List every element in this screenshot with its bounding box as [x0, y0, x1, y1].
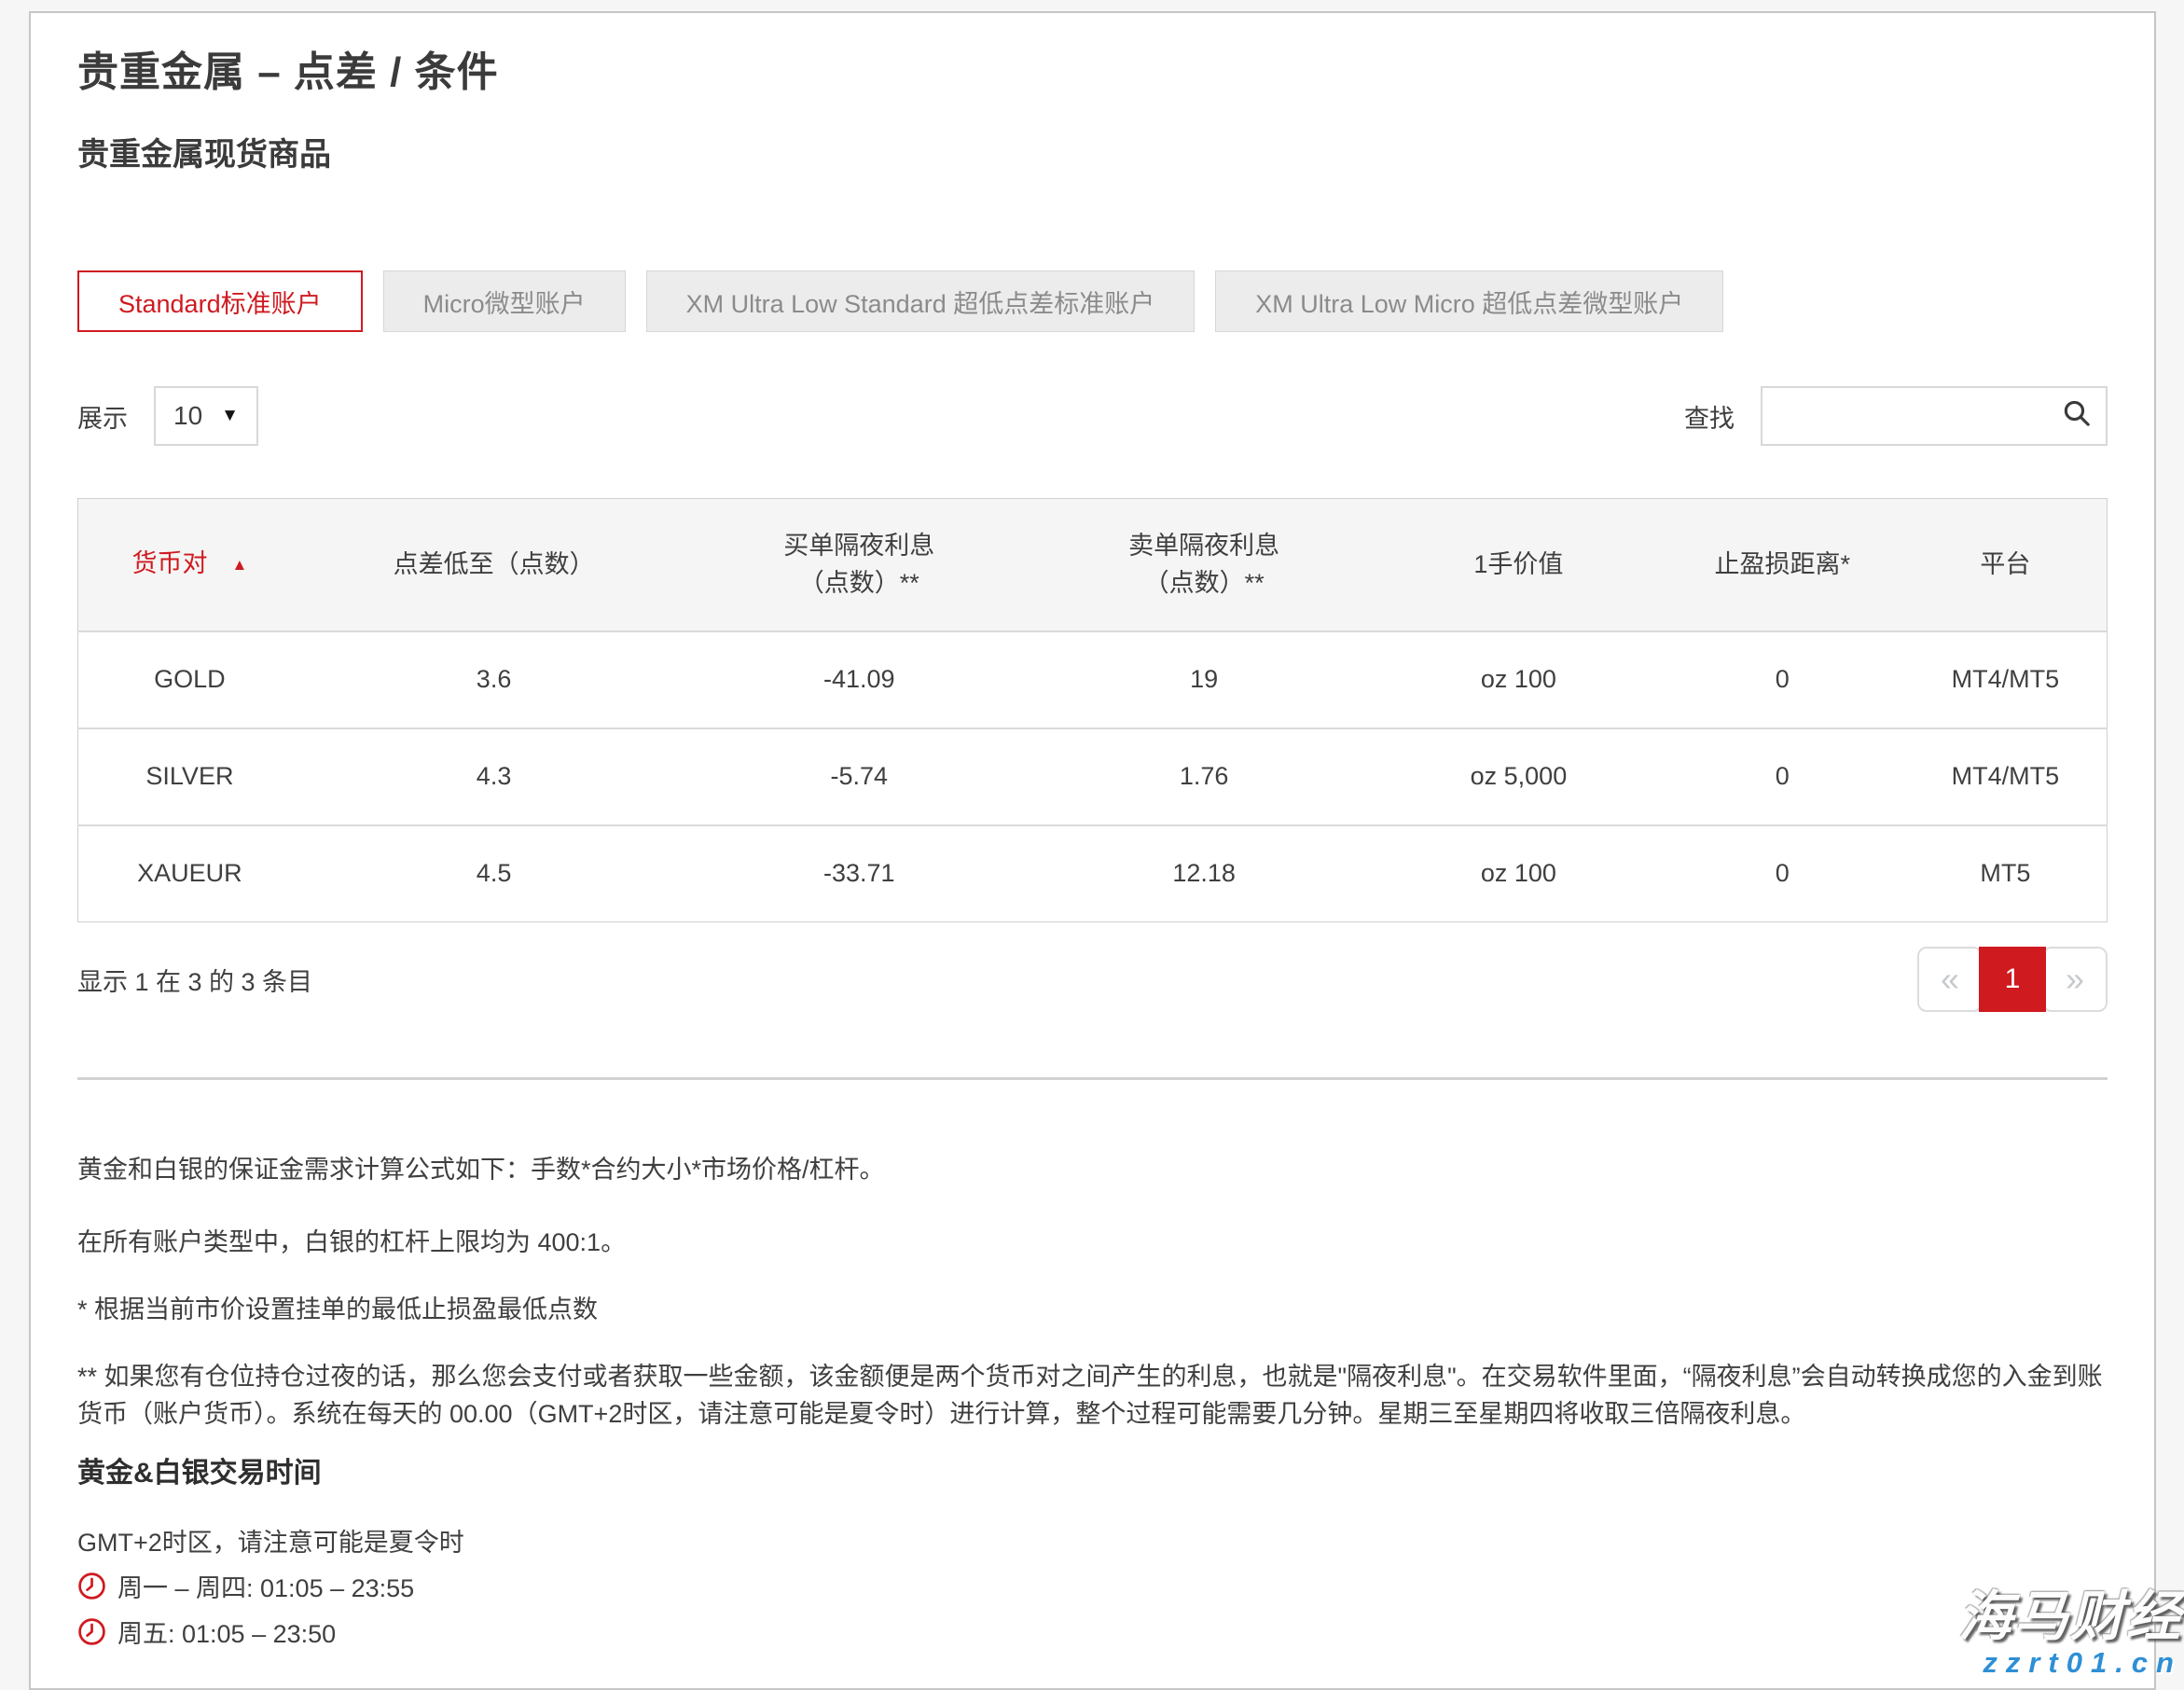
table-cell: 0: [1661, 631, 1904, 728]
tab-ultra-low-micro[interactable]: XM Ultra Low Micro 超低点差微型账户: [1215, 270, 1723, 332]
trading-hours-text: 周一 – 周四: 01:05 – 23:55: [117, 1568, 414, 1604]
table-cell: oz 100: [1376, 631, 1661, 728]
table-cell: 19: [1031, 631, 1376, 728]
notes: 黄金和白银的保证金需求计算公式如下：手数*合约大小*市场价格/杠杆。在所有账户类…: [77, 1151, 2108, 1433]
table-footer: 显示 1 在 3 的 3 条目 « 1 »: [77, 947, 2108, 1012]
tab-ultra-low-standard[interactable]: XM Ultra Low Standard 超低点差标准账户: [646, 270, 1196, 332]
column-header[interactable]: 卖单隔夜利息 （点数）**: [1031, 499, 1376, 631]
table-cell: oz 5,000: [1376, 728, 1661, 825]
account-tabs: Standard标准账户 Micro微型账户 XM Ultra Low Standa…: [77, 270, 2108, 332]
search-box: [1761, 386, 2108, 446]
column-header-label: 货币对: [132, 549, 208, 577]
trading-hours-line: 周五: 01:05 – 23:50: [77, 1614, 2108, 1650]
table-cell: SILVER: [78, 728, 301, 825]
table-header-row: 货币对 ▲ 点差低至（点数）买单隔夜利息 （点数）**卖单隔夜利息 （点数）**1手…: [78, 499, 2108, 631]
timezone-note: GMT+2时区，请注意可能是夏令时: [77, 1522, 2108, 1558]
table-row: SILVER4.3-5.741.76oz 5,0000MT4/MT5: [78, 728, 2108, 825]
chevron-down-icon: ▼: [221, 406, 239, 426]
column-header[interactable]: 买单隔夜利息 （点数）**: [686, 499, 1031, 631]
column-header[interactable]: 平台: [1904, 499, 2108, 631]
page-size-dropdown[interactable]: 10 ▼: [154, 386, 258, 446]
clock-icon: [77, 1617, 106, 1646]
watermark-domain: zzrt01.cn: [1958, 1648, 2182, 1677]
column-header[interactable]: 1手价值: [1376, 499, 1661, 631]
column-header[interactable]: 止盈损距离*: [1661, 499, 1904, 631]
trading-hours-lines: 周一 – 周四: 01:05 – 23:55 周五: 01:05 – 23:50: [77, 1568, 2108, 1650]
column-header[interactable]: 点差低至（点数）: [301, 499, 686, 631]
table-cell: 3.6: [301, 631, 686, 728]
pagination-next-button[interactable]: »: [2042, 947, 2108, 1012]
note-paragraph: 黄金和白银的保证金需求计算公式如下：手数*合约大小*市场价格/杠杆。: [77, 1151, 2108, 1188]
pagination: « 1 »: [1917, 947, 2108, 1012]
tab-standard[interactable]: Standard标准账户: [77, 270, 363, 332]
table-cell: MT4/MT5: [1904, 728, 2108, 825]
table-body: GOLD3.6-41.0919oz 1000MT4/MT5SILVER4.3-5…: [78, 631, 2108, 922]
page-title: 贵重金属 – 点差 / 条件: [77, 48, 2108, 97]
table-cell: 1.76: [1031, 728, 1376, 825]
table-cell: -41.09: [686, 631, 1031, 728]
page-size-value: 10: [173, 401, 202, 431]
table-cell: 0: [1661, 825, 1904, 922]
spreads-table: 货币对 ▲ 点差低至（点数）买单隔夜利息 （点数）**卖单隔夜利息 （点数）**1手…: [77, 498, 2108, 922]
clock-icon: [77, 1572, 106, 1600]
main-panel: 贵重金属 – 点差 / 条件 贵重金属现货商品 Standard标准账户 Micr…: [29, 11, 2156, 1690]
table-cell: -5.74: [686, 728, 1031, 825]
search-icon[interactable]: [2061, 397, 2093, 436]
page-subtitle: 贵重金属现货商品: [77, 136, 2108, 173]
entries-summary: 显示 1 在 3 的 3 条目: [77, 962, 312, 998]
pagination-prev-button[interactable]: «: [1917, 947, 1983, 1012]
note-paragraph: 在所有账户类型中，白银的杠杆上限均为 400:1。: [77, 1224, 2108, 1261]
trading-hours-text: 周五: 01:05 – 23:50: [117, 1614, 336, 1650]
sort-asc-icon: ▲: [232, 556, 248, 574]
column-header[interactable]: 货币对 ▲: [78, 499, 301, 631]
note-paragraph: * 根据当前市价设置挂单的最低止损盈最低点数: [77, 1291, 2108, 1328]
table-row: XAUEUR4.5-33.7112.18oz 1000MT5: [78, 825, 2108, 922]
table-cell: -33.71: [686, 825, 1031, 922]
table-cell: 4.5: [301, 825, 686, 922]
tab-micro[interactable]: Micro微型账户: [383, 270, 626, 332]
table-cell: XAUEUR: [78, 825, 301, 922]
show-entries-label: 展示: [77, 398, 128, 435]
table-cell: 12.18: [1031, 825, 1376, 922]
table-row: GOLD3.6-41.0919oz 1000MT4/MT5: [78, 631, 2108, 728]
table-cell: 4.3: [301, 728, 686, 825]
table-cell: 0: [1661, 728, 1904, 825]
note-paragraph: ** 如果您有仓位持仓过夜的话，那么您会支付或者获取一些金额，该金额便是两个货币…: [77, 1358, 2108, 1433]
table-controls: 展示 10 ▼ 查找: [77, 386, 2108, 446]
search-input[interactable]: [1777, 401, 2061, 432]
table-cell: MT5: [1904, 825, 2108, 922]
watermark-brand: 海马财经: [1958, 1590, 2182, 1644]
watermark: 海马财经 zzrt01.cn: [1958, 1590, 2182, 1677]
trading-hours-line: 周一 – 周四: 01:05 – 23:55: [77, 1568, 2108, 1604]
table-cell: MT4/MT5: [1904, 631, 2108, 728]
pagination-page-1-button[interactable]: 1: [1979, 947, 2046, 1012]
search-label: 查找: [1684, 398, 1735, 435]
table-cell: oz 100: [1376, 825, 1661, 922]
trading-hours-heading: 黄金&白银交易时间: [77, 1457, 2108, 1490]
table-cell: GOLD: [78, 631, 301, 728]
section-divider: [77, 1077, 2108, 1080]
